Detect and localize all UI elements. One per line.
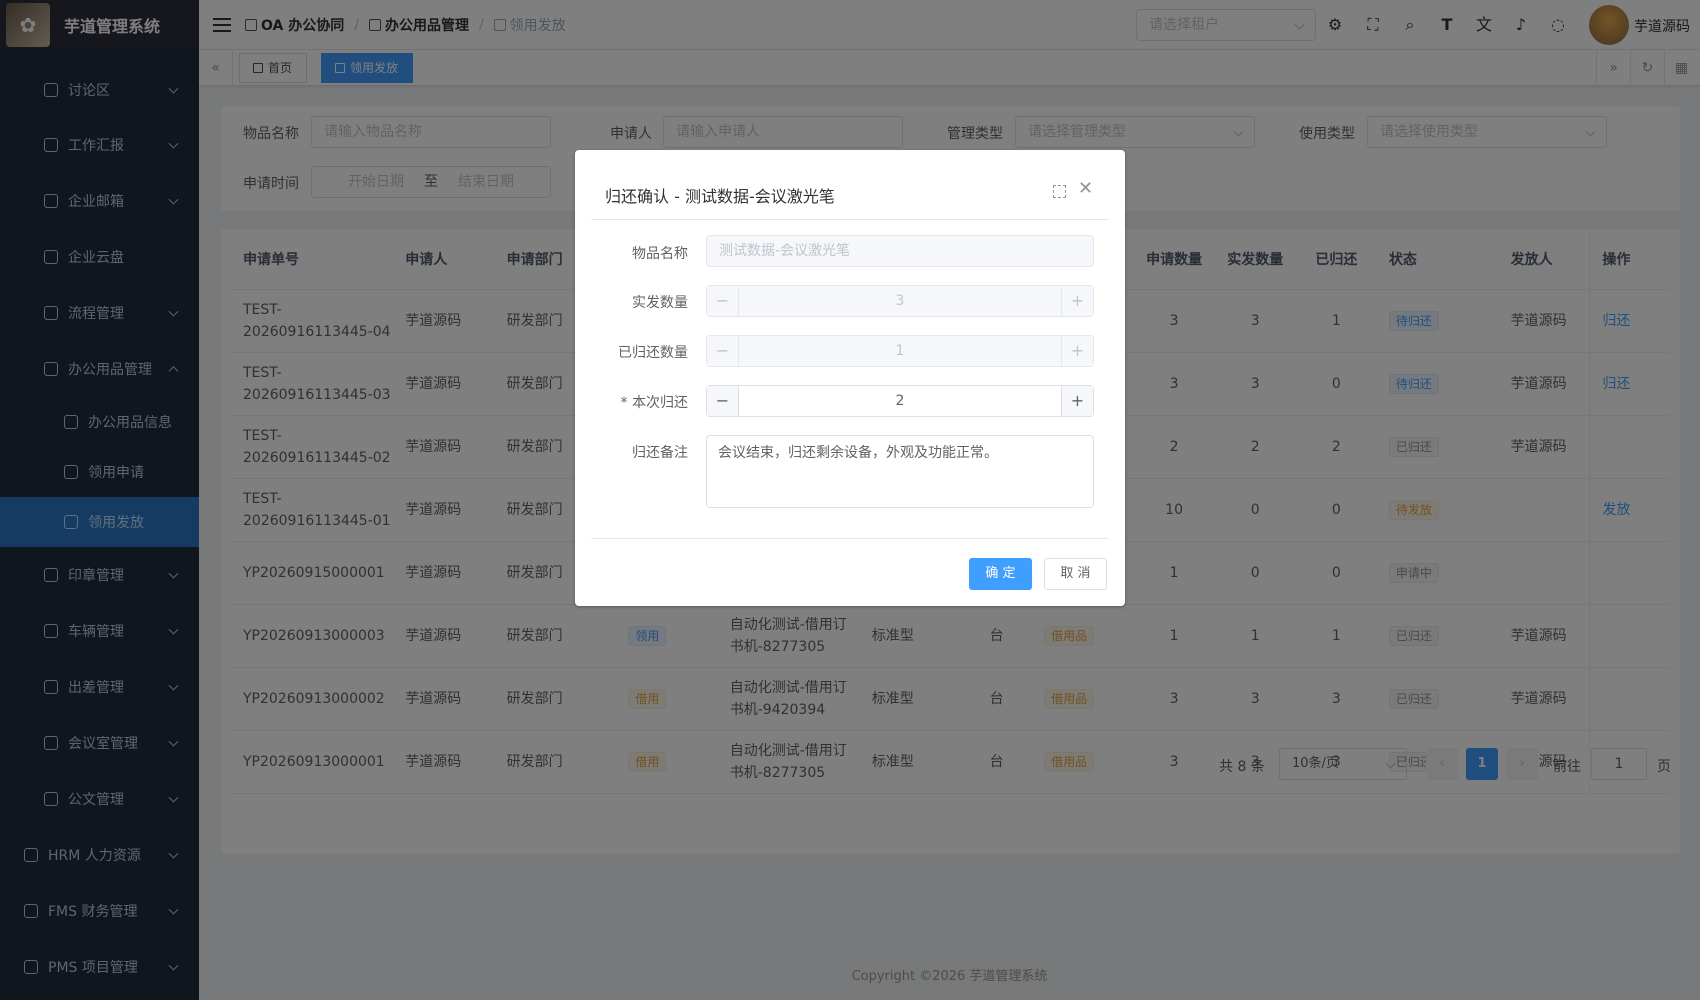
returned-qty-label: 已归还数量 [618,345,688,361]
remark-textarea[interactable]: 会议结束，归还剩余设备，外观及功能正常。 [706,435,1094,508]
issued-qty-stepper: − 3 + [706,285,1094,317]
dialog-title: 归还确认 - 测试数据-会议激光笔 [605,187,835,206]
return-dialog: 归还确认 - 测试数据-会议激光笔 ✕ 物品名称 测试数据-会议激光笔 实发数量… [575,150,1125,606]
confirm-button[interactable]: 确 定 [969,558,1032,590]
stepper-value: 1 [895,343,905,359]
divider [591,219,1109,220]
issued-qty-label: 实发数量 [632,295,688,311]
field-value: 测试数据-会议激光笔 [719,243,851,259]
this-return-stepper[interactable]: − 2 + [706,385,1094,417]
fullscreen-icon[interactable] [1053,185,1066,198]
stepper-value: 3 [895,293,905,309]
stepper-value[interactable]: 2 [896,393,905,409]
minus-icon: − [707,336,739,366]
this-return-label: * 本次归还 [620,395,688,411]
plus-icon: + [1061,286,1093,316]
remark-label: 归还备注 [632,445,688,461]
returned-qty-stepper: − 1 + [706,335,1094,367]
minus-icon: − [707,286,739,316]
plus-icon: + [1061,336,1093,366]
close-icon[interactable]: ✕ [1078,178,1093,199]
remark-value: 会议结束，归还剩余设备，外观及功能正常。 [718,445,998,461]
cancel-button[interactable]: 取 消 [1044,558,1107,590]
item-name-label: 物品名称 [632,246,688,262]
item-name-field: 测试数据-会议激光笔 [706,235,1094,267]
minus-icon[interactable]: − [707,386,739,416]
plus-icon[interactable]: + [1061,386,1093,416]
divider [591,538,1109,539]
